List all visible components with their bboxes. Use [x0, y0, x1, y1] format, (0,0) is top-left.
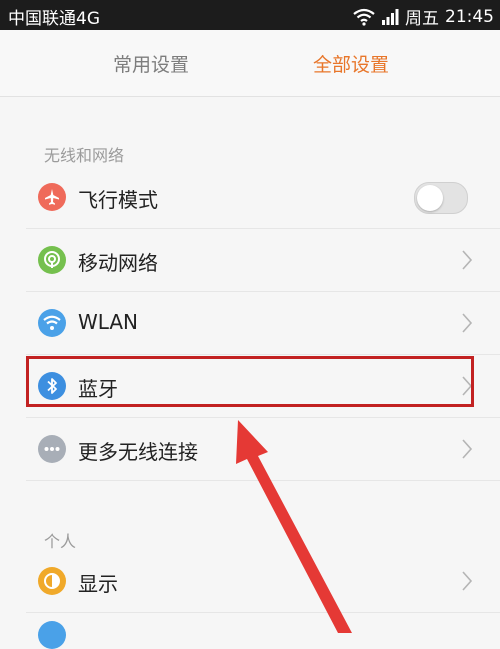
settings-item-label: WLAN [78, 310, 139, 334]
settings-item-partial[interactable] [26, 613, 500, 649]
chevron-right-icon [462, 250, 473, 270]
settings-item-airplane-mode[interactable]: 飞行模式 [26, 166, 500, 229]
toggle-knob [417, 185, 443, 211]
bluetooth-icon [38, 372, 66, 400]
settings-item-label: 飞行模式 [78, 188, 158, 212]
settings-item-more-wireless[interactable]: 更多无线连接 [26, 418, 500, 481]
settings-item-label: 移动网络 [78, 251, 158, 275]
tab-common-settings[interactable]: 常用设置 [113, 50, 189, 77]
display-icon [38, 567, 66, 595]
signal-strength-icon [382, 8, 399, 25]
settings-item-label: 更多无线连接 [78, 440, 198, 464]
settings-item-label: 显示 [78, 572, 118, 596]
status-day: 周五 [405, 9, 439, 29]
chevron-right-icon [462, 439, 473, 459]
carrier-label: 中国联通4G [8, 9, 100, 29]
settings-item-mobile-network[interactable]: 移动网络 [26, 229, 500, 292]
section-title-personal: 个人 [44, 532, 77, 551]
settings-item-label: 蓝牙 [78, 377, 118, 401]
partial-icon [38, 621, 66, 649]
settings-item-wlan[interactable]: WLAN [26, 292, 500, 355]
wifi-status-icon [353, 8, 375, 26]
wifi-icon [38, 309, 66, 337]
mobile-network-icon [38, 246, 66, 274]
chevron-right-icon [462, 571, 473, 591]
airplane-icon [38, 183, 66, 211]
airplane-mode-toggle[interactable] [414, 182, 468, 214]
section-title-wireless: 无线和网络 [44, 146, 125, 165]
settings-item-bluetooth[interactable]: 蓝牙 [26, 355, 500, 418]
status-bar: 中国联通4G 周五 21:45 [0, 0, 500, 30]
chevron-right-icon [462, 313, 473, 333]
chevron-right-icon [462, 376, 473, 396]
tab-all-settings[interactable]: 全部设置 [313, 50, 389, 77]
settings-item-display[interactable]: 显示 [26, 550, 500, 613]
status-time: 21:45 [445, 6, 494, 27]
settings-tab-bar: 常用设置 全部设置 [0, 30, 500, 97]
more-icon [38, 435, 66, 463]
